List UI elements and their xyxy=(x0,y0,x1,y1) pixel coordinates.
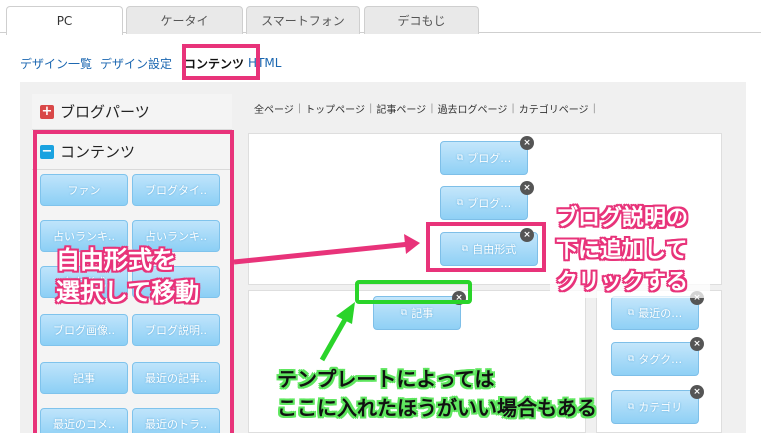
block-recent[interactable]: ⧉ 最近の… xyxy=(611,296,699,330)
device-tabs: PC ケータイ スマートフォン デコもじ xyxy=(0,0,761,35)
close-icon[interactable]: × xyxy=(520,181,534,195)
page-tab-separator: | xyxy=(511,102,515,114)
page-icon: ⧉ xyxy=(456,198,464,208)
page-tab-archive[interactable]: 過去ログページ xyxy=(438,101,508,116)
block-label: タグク… xyxy=(638,353,683,366)
page-icon: ⧉ xyxy=(400,308,408,318)
block-category[interactable]: ⧉ カテゴリ xyxy=(611,390,699,424)
page-type-tabs: 全ページ | トップページ | 記事ページ | 過去ログページ | カテゴリページ | xyxy=(254,100,600,116)
page-tab-category[interactable]: カテゴリページ xyxy=(519,101,589,116)
close-icon[interactable]: × xyxy=(690,337,704,351)
free-format-highlight xyxy=(426,222,546,272)
block-label: 最近の… xyxy=(638,307,683,320)
blog-parts-label: ブログパーツ xyxy=(60,103,150,121)
tab-smartphone-label: スマートフォン xyxy=(261,14,345,28)
design-list-link[interactable]: デザイン一覧 xyxy=(20,55,92,72)
blog-parts-header[interactable]: + ブログパーツ xyxy=(32,94,232,130)
annotation-add-below-1: ブログ説明の xyxy=(556,206,689,231)
page-tab-separator: | xyxy=(430,102,434,114)
block-label: ブログ… xyxy=(467,152,512,165)
page-tab-separator: | xyxy=(369,102,373,114)
tab-pc-label: PC xyxy=(56,14,73,28)
page-tab-separator: | xyxy=(297,102,302,114)
annotation-add-below-2: 下に追加して xyxy=(556,238,688,263)
block-label: 記事 xyxy=(411,307,434,320)
tab-smartphone[interactable]: スマートフォン xyxy=(246,6,360,34)
tab-decomoji[interactable]: デコもじ xyxy=(364,6,479,34)
contents-highlight xyxy=(182,44,260,80)
close-icon[interactable]: × xyxy=(520,136,534,150)
page-icon: ⧉ xyxy=(627,354,635,364)
block-label: カテゴリ xyxy=(638,401,683,414)
page-tab-top[interactable]: トップページ xyxy=(305,101,365,116)
annotation-add-below-3: クリックする xyxy=(556,270,689,295)
page-icon: ⧉ xyxy=(627,308,635,318)
plus-icon: + xyxy=(40,104,54,119)
block-blog-description[interactable]: ⧉ ブログ… xyxy=(440,186,528,220)
page-tab-separator: | xyxy=(592,102,596,114)
page-icon: ⧉ xyxy=(627,402,635,412)
tab-decomoji-label: デコもじ xyxy=(397,14,446,28)
block-blog-title[interactable]: ⧉ ブログ… xyxy=(440,141,528,175)
tab-mobile[interactable]: ケータイ xyxy=(126,6,243,34)
page-tab-all[interactable]: 全ページ xyxy=(254,101,294,116)
block-label: ブログ… xyxy=(467,197,512,210)
insert-point-highlight xyxy=(355,280,472,304)
page-icon: ⧉ xyxy=(456,153,464,163)
annotation-select-move-2: 選択して移動 xyxy=(56,278,200,306)
page-tab-article[interactable]: 記事ページ xyxy=(376,101,426,116)
annotation-template-note-1: テンプレートによっては xyxy=(277,367,495,391)
annotation-template-note-2: ここに入れたほうがいい場合もある xyxy=(277,396,597,420)
design-settings-link[interactable]: デザイン設定 xyxy=(100,55,172,72)
close-icon[interactable]: × xyxy=(690,385,704,399)
block-tag-cloud[interactable]: ⧉ タグク… xyxy=(611,342,699,376)
tab-pc[interactable]: PC xyxy=(6,6,123,35)
annotation-select-move-1: 自由形式を xyxy=(56,246,176,274)
tab-mobile-label: ケータイ xyxy=(160,14,209,28)
